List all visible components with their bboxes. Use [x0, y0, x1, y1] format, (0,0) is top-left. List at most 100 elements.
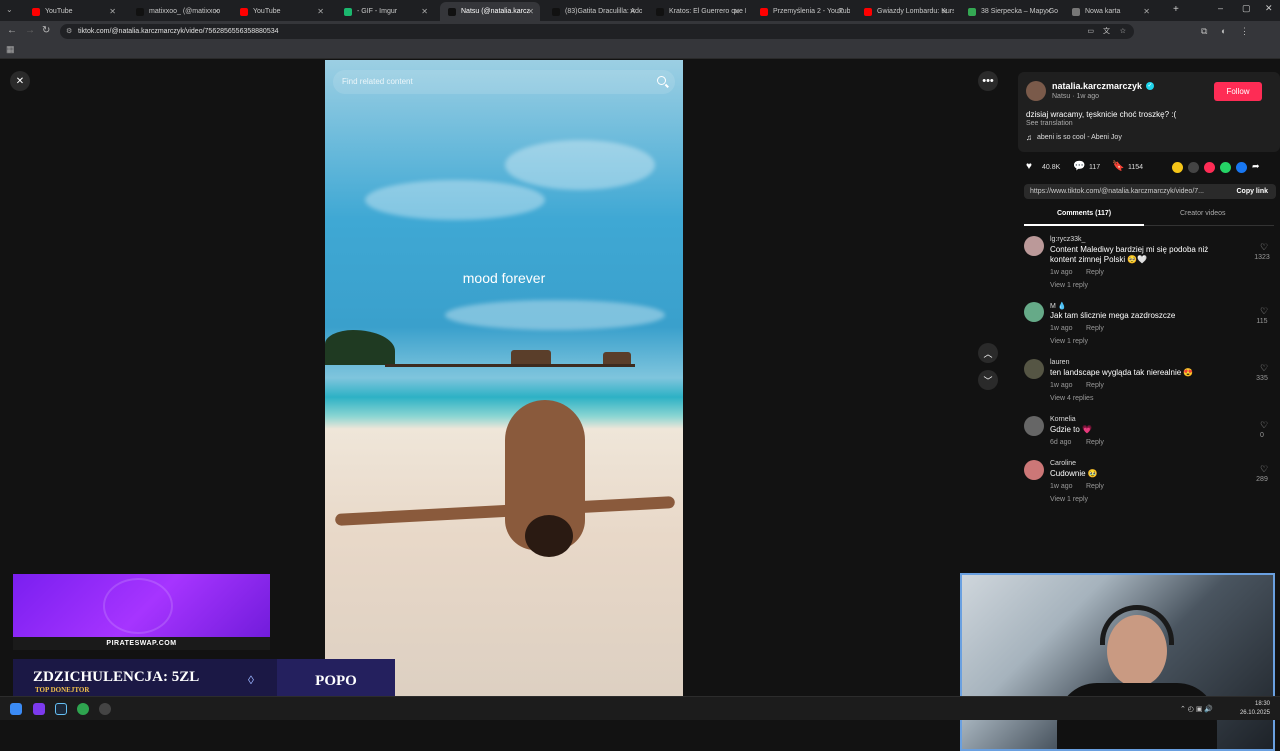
tab-comments[interactable]: Comments (117): [1057, 210, 1111, 217]
browser-tab[interactable]: YouTube ✕: [24, 2, 122, 21]
pier: [385, 364, 635, 367]
commenter-avatar[interactable]: [1024, 359, 1044, 379]
reply-button[interactable]: Reply: [1086, 269, 1104, 276]
reload-icon[interactable]: ↻: [42, 25, 50, 37]
close-tab-icon[interactable]: ✕: [941, 7, 948, 16]
commenter-name[interactable]: Kornelia: [1050, 416, 1076, 423]
minimize-button[interactable]: –: [1218, 3, 1223, 13]
browser-tab[interactable]: (83)Gatita Draculilla: Ado ✕: [544, 2, 642, 21]
browser-tab[interactable]: matixxoo_ (@matixxoo ✕: [128, 2, 226, 21]
browser-tab[interactable]: Przemyślenia 2 - YouTube ✕: [752, 2, 850, 21]
commenter-name[interactable]: M 💧: [1050, 302, 1067, 310]
commenter-name[interactable]: Caroline: [1050, 460, 1076, 467]
bookmark-star-icon[interactable]: ☆: [1120, 24, 1126, 39]
tab-creator-videos[interactable]: Creator videos: [1180, 210, 1226, 217]
chrome-icon[interactable]: [77, 703, 89, 715]
commenter-avatar[interactable]: [1024, 236, 1044, 256]
heart-outline-icon[interactable]: ♡: [1254, 464, 1274, 475]
embed-icon[interactable]: [1188, 162, 1199, 173]
back-icon[interactable]: ←: [7, 25, 17, 37]
bookmark-bar: ▦: [0, 42, 1280, 59]
reply-button[interactable]: Reply: [1086, 483, 1104, 490]
tiktok-icon: [448, 7, 456, 16]
browser-tab[interactable]: Nowa karta ✕: [1064, 2, 1156, 21]
browser-tab[interactable]: 38 Sierpecka – Mapy Goo ✕: [960, 2, 1058, 21]
previous-video-button[interactable]: ︿: [978, 343, 998, 363]
browser-tab[interactable]: - GIF - Imgur ✕: [336, 2, 434, 21]
cast-icon[interactable]: ▭: [1087, 24, 1094, 39]
extensions-icon[interactable]: ⧉: [1201, 25, 1207, 37]
share-arrow-icon[interactable]: ➦: [1252, 161, 1260, 172]
view-replies-link[interactable]: View 1 reply: [1050, 338, 1088, 345]
app-icon-purple[interactable]: [33, 703, 45, 715]
browser-tab[interactable]: Gwiazdy Lombardu: Kurs ✕: [856, 2, 954, 21]
close-tab-icon[interactable]: ✕: [527, 7, 534, 16]
comments-count: 117: [1089, 164, 1101, 171]
more-options-icon[interactable]: •••: [978, 71, 998, 91]
whatsapp-icon[interactable]: [1220, 162, 1231, 173]
commenter-name[interactable]: lg:rycz33k_: [1050, 236, 1085, 243]
bookmark-icon[interactable]: 🔖: [1112, 161, 1124, 172]
close-tab-icon[interactable]: ✕: [109, 7, 116, 16]
apps-grid-icon[interactable]: ▦: [6, 44, 15, 55]
reply-button[interactable]: Reply: [1086, 325, 1104, 332]
copy-link-button[interactable]: Copy link: [1236, 184, 1268, 199]
site-info-icon[interactable]: ⚙: [66, 24, 72, 39]
search-icon[interactable]: [657, 76, 666, 85]
heart-outline-icon[interactable]: ♡: [1254, 242, 1274, 253]
heart-outline-icon[interactable]: ♡: [1254, 363, 1274, 374]
heart-outline-icon[interactable]: ♡: [1254, 306, 1274, 317]
close-tab-icon[interactable]: ✕: [733, 7, 740, 16]
steam-icon[interactable]: [55, 703, 67, 715]
related-search-input[interactable]: Find related content: [333, 70, 675, 94]
windows-start-icon[interactable]: [10, 703, 22, 715]
close-tab-icon[interactable]: ✕: [629, 7, 636, 16]
browser-tab[interactable]: Kratos: El Guerrero que N ✕: [648, 2, 746, 21]
music-title[interactable]: abeni is so cool - Abeni Joy: [1037, 134, 1122, 141]
browser-tab[interactable]: YouTube ✕: [232, 2, 330, 21]
link-field[interactable]: https://www.tiktok.com/@natalia.karczmar…: [1024, 184, 1276, 199]
browser-tab[interactable]: Natsu (@natalia.karcz ✕: [440, 2, 540, 21]
music-note-icon: ♫: [1026, 133, 1032, 142]
next-video-button[interactable]: ﹀: [978, 370, 998, 390]
tab-search-icon[interactable]: ⌄: [6, 5, 13, 14]
comment-like-count: 335: [1256, 375, 1268, 382]
commenter-avatar[interactable]: [1024, 416, 1044, 436]
menu-icon[interactable]: ⋮: [1240, 25, 1249, 37]
heart-icon[interactable]: ♥: [1026, 161, 1032, 172]
close-icon[interactable]: ✕: [10, 71, 30, 91]
system-clock[interactable]: 18:30 26.10.2025: [1240, 700, 1270, 718]
translate-icon[interactable]: 文: [1103, 24, 1110, 39]
new-tab-button[interactable]: +: [1173, 4, 1179, 15]
author-avatar[interactable]: [1026, 81, 1046, 101]
video-player[interactable]: Find related content mood forever: [325, 60, 683, 696]
author-username[interactable]: natalia.karczmarczyk: [1052, 81, 1142, 91]
see-translation-link[interactable]: See translation: [1026, 120, 1073, 127]
tiktok-share-icon[interactable]: [1204, 162, 1215, 173]
reply-button[interactable]: Reply: [1086, 382, 1104, 389]
commenter-avatar[interactable]: [1024, 302, 1044, 322]
close-tab-icon[interactable]: ✕: [1143, 7, 1150, 16]
maximize-button[interactable]: ▢: [1242, 3, 1251, 14]
commenter-name[interactable]: lauren: [1050, 359, 1069, 366]
reply-button[interactable]: Reply: [1086, 439, 1104, 446]
close-tab-icon[interactable]: ✕: [213, 7, 220, 16]
view-replies-link[interactable]: View 1 reply: [1050, 282, 1088, 289]
close-tab-icon[interactable]: ✕: [317, 7, 324, 16]
profile-avatar-icon[interactable]: ◐: [1221, 25, 1226, 37]
emoji-share-icon[interactable]: [1172, 162, 1183, 173]
comment-icon[interactable]: 💬: [1073, 161, 1085, 172]
view-replies-link[interactable]: View 1 reply: [1050, 496, 1088, 503]
url-field[interactable]: ⚙ tiktok.com/@natalia.karczmarczyk/video…: [60, 24, 1134, 39]
commenter-avatar[interactable]: [1024, 460, 1044, 480]
app-icon-misc[interactable]: [99, 703, 111, 715]
follow-button[interactable]: Follow: [1214, 82, 1262, 101]
forward-icon[interactable]: →: [25, 25, 35, 37]
view-replies-link[interactable]: View 4 replies: [1050, 395, 1093, 402]
close-tab-icon[interactable]: ✕: [1045, 7, 1052, 16]
heart-outline-icon[interactable]: ♡: [1254, 420, 1274, 431]
facebook-icon[interactable]: [1236, 162, 1247, 173]
close-window-button[interactable]: ✕: [1265, 3, 1273, 14]
close-tab-icon[interactable]: ✕: [837, 7, 844, 16]
close-tab-icon[interactable]: ✕: [421, 7, 428, 16]
